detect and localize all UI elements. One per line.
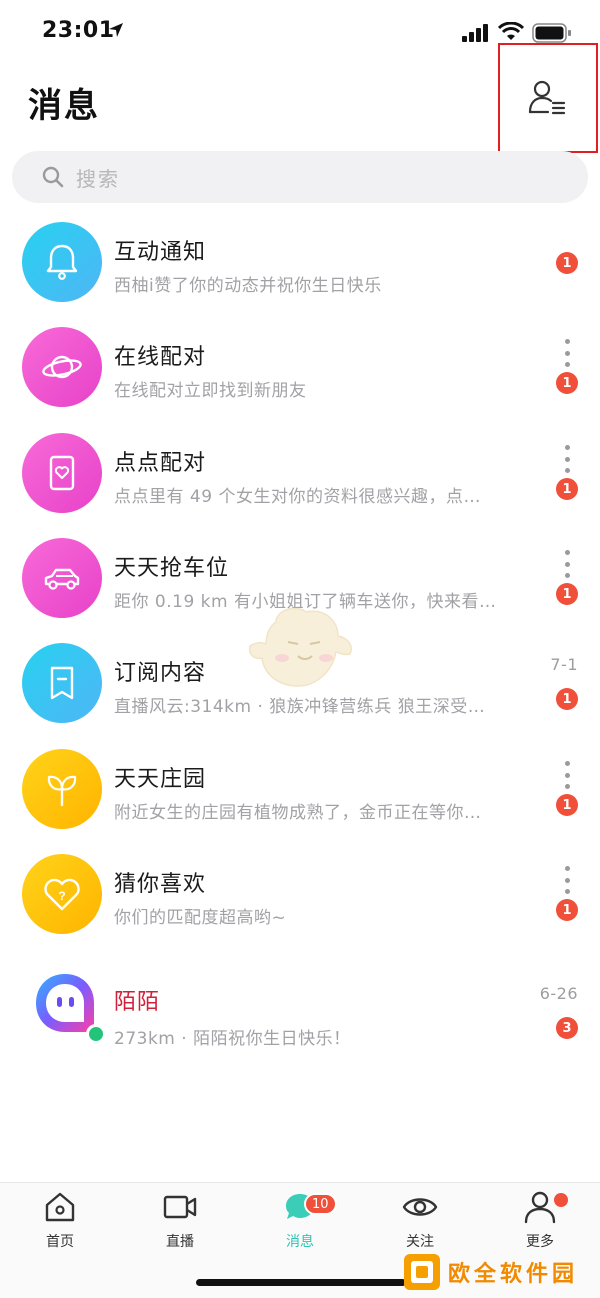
list-item-preview: 西柚i赞了你的动态并祝你生日快乐 — [114, 276, 382, 296]
tab-label: 更多 — [526, 1234, 554, 1250]
search-icon — [42, 166, 64, 188]
unread-badge: 1 — [556, 688, 578, 710]
more-options-icon[interactable] — [560, 339, 574, 367]
list-item-interaction-notice[interactable]: 互动通知 西柚i赞了你的动态并祝你生日快乐 1 — [0, 210, 600, 315]
list-item-time: 6-26 — [539, 984, 578, 1003]
unread-badge: 1 — [556, 478, 578, 500]
battery-icon — [532, 23, 571, 43]
planet-icon — [22, 327, 102, 407]
list-item-online-match[interactable]: 在线配对 在线配对立即找到新朋友 1 — [0, 315, 600, 420]
tab-label: 直播 — [166, 1234, 194, 1250]
car-icon — [22, 538, 102, 618]
contacts-button[interactable] — [498, 43, 598, 153]
list-item-preview: 在线配对立即找到新朋友 — [114, 381, 307, 401]
notification-dot — [554, 1193, 568, 1207]
list-item-title: 在线配对 — [114, 345, 207, 370]
status-time: 23:01 — [42, 18, 115, 43]
heart-question-icon: ? — [22, 854, 102, 934]
mascot-watermark-icon — [248, 607, 352, 687]
tab-label: 首页 — [46, 1234, 74, 1250]
site-watermark: 欧全软件园 — [402, 1250, 594, 1294]
list-item-preview: 你们的匹配度超高哟~ — [114, 908, 287, 928]
list-item-title: 陌陌 — [114, 990, 161, 1015]
unread-badge: 1 — [556, 252, 578, 274]
unread-badge: 3 — [556, 1017, 578, 1039]
page-title: 消息 — [28, 86, 100, 126]
list-item-preview: 直播风云:314km · 狼族冲锋营练兵 狼王深受… — [114, 697, 486, 717]
tab-label: 消息 — [286, 1234, 314, 1250]
list-item-title: 天天庄园 — [114, 767, 207, 792]
more-options-icon[interactable] — [560, 445, 574, 473]
unread-badge: 1 — [556, 583, 578, 605]
tab-following[interactable]: 关注 — [380, 1189, 460, 1259]
search-input[interactable]: 搜索 — [12, 151, 588, 203]
unread-badge: 1 — [556, 899, 578, 921]
home-indicator[interactable] — [196, 1279, 406, 1286]
tab-home[interactable]: 首页 — [20, 1189, 100, 1259]
sprout-icon — [22, 749, 102, 829]
home-icon — [45, 1192, 75, 1222]
video-icon — [163, 1195, 197, 1219]
tab-live[interactable]: 直播 — [140, 1189, 220, 1259]
person-icon — [524, 1191, 556, 1224]
list-item-preview: 273km · 陌陌祝你生日快乐！ — [114, 1029, 351, 1049]
tab-unread-badge: 10 — [304, 1193, 337, 1215]
watermark-text: 欧全软件园 — [448, 1262, 579, 1287]
more-options-icon[interactable] — [560, 761, 574, 789]
contacts-list-icon — [528, 80, 566, 115]
tab-messages[interactable]: 消息 10 — [260, 1189, 340, 1259]
search-placeholder: 搜索 — [76, 166, 120, 191]
more-options-icon[interactable] — [560, 866, 574, 894]
list-item-title: 订阅内容 — [114, 661, 207, 686]
unread-badge: 1 — [556, 794, 578, 816]
list-item-title: 点点配对 — [114, 451, 207, 476]
online-status-dot — [86, 1024, 106, 1044]
list-item-title: 天天抢车位 — [114, 556, 230, 581]
more-options-icon[interactable] — [560, 550, 574, 578]
list-item-preview: 点点里有 49 个女生对你的资料很感兴趣，点… — [114, 487, 481, 507]
list-item-preview: 附近女生的庄园有植物成熟了，金币正在等你… — [114, 803, 482, 823]
list-item-farm-game[interactable]: 天天庄园 附近女生的庄园有植物成熟了，金币正在等你… 1 — [0, 737, 600, 842]
cellular-signal-icon — [462, 24, 488, 42]
list-item-title: 猜你喜欢 — [114, 872, 207, 897]
bookmark-icon — [22, 643, 102, 723]
tab-label: 关注 — [406, 1234, 434, 1250]
list-item-momo[interactable]: 陌陌 273km · 陌陌祝你生日快乐！ 6-26 3 — [0, 948, 600, 1053]
bell-icon — [22, 222, 102, 302]
list-item-dot-match[interactable]: 点点配对 点点里有 49 个女生对你的资料很感兴趣，点… 1 — [0, 421, 600, 526]
list-item-guess-you-like[interactable]: ? 猜你喜欢 你们的匹配度超高哟~ 1 — [0, 842, 600, 947]
eye-icon — [402, 1198, 438, 1216]
tab-more[interactable]: 更多 — [500, 1189, 580, 1259]
unread-badge: 1 — [556, 372, 578, 394]
list-item-time: 7-1 — [550, 655, 578, 674]
list-item-title: 互动通知 — [114, 240, 207, 265]
svg-text:?: ? — [58, 889, 65, 903]
wifi-icon — [498, 22, 524, 40]
location-arrow-icon — [109, 23, 123, 37]
heart-card-icon — [22, 433, 102, 513]
watermark-logo-icon — [404, 1254, 440, 1290]
